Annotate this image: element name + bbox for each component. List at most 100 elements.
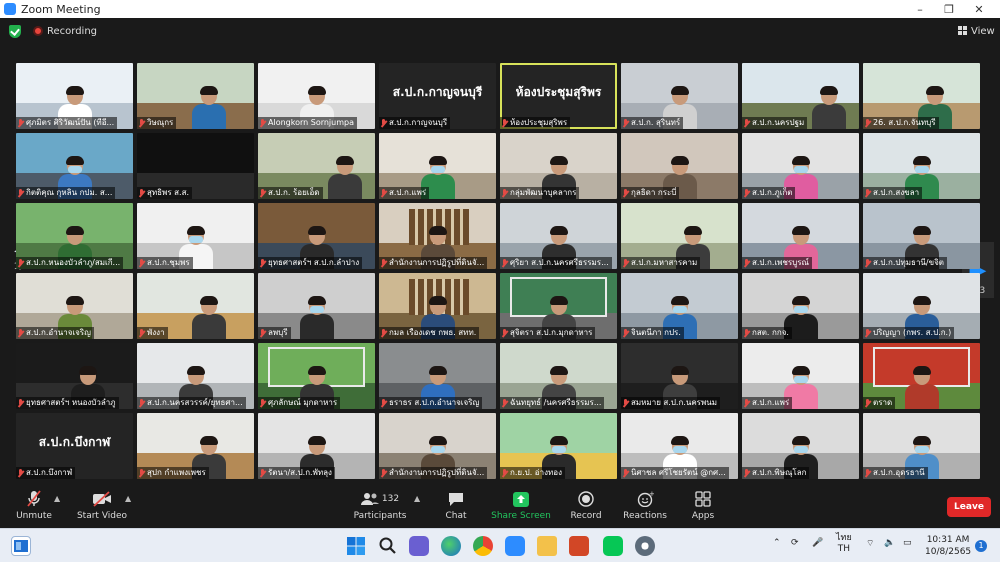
- microphone-muted-icon: [380, 188, 387, 198]
- participant-tile[interactable]: กุลธิดา กระบี่: [621, 133, 738, 199]
- view-button[interactable]: View: [971, 26, 995, 37]
- participant-tile[interactable]: Alongkorn Sornjumpa: [258, 63, 375, 129]
- teams-chat-icon[interactable]: [409, 536, 429, 556]
- participant-tile[interactable]: ส.ป.ก.แพร่: [379, 133, 496, 199]
- record-button[interactable]: Record: [554, 490, 618, 524]
- zoom-taskbar-icon[interactable]: [505, 536, 525, 556]
- participant-tile[interactable]: ลพบุรี: [258, 273, 375, 339]
- participant-name-label: ส.ป.ก. สุรินทร์: [621, 117, 684, 129]
- share-screen-button[interactable]: Share Screen: [489, 490, 553, 524]
- participant-tile[interactable]: ส.ป.ก. สุรินทร์: [621, 63, 738, 129]
- participant-tile[interactable]: กิตติคุณ กุหลิน กปม. ส...: [16, 133, 133, 199]
- wifi-icon[interactable]: ⌔: [866, 538, 874, 549]
- participant-tile[interactable]: ปริญญา (กพร. ส.ป.ก.): [863, 273, 980, 339]
- participant-tile[interactable]: ยุทธศาสตร์ฯ ส.ป.ก.ลำปาง: [258, 203, 375, 269]
- chrome-browser-icon[interactable]: [473, 536, 493, 556]
- powerpoint-icon[interactable]: [569, 536, 589, 556]
- language-switcher[interactable]: ไทย TH: [836, 533, 852, 555]
- participant-tile[interactable]: ส.ป.ก.นครปฐม: [742, 63, 859, 129]
- participant-tile[interactable]: ส.ป.ก.ภูเก็ต: [742, 133, 859, 199]
- microphone-muted-icon: [622, 258, 629, 268]
- participant-tile[interactable]: ส.ป.ก.แพร่: [742, 343, 859, 409]
- participant-tile[interactable]: ส.ป.ก.เพชรบูรณ์: [742, 203, 859, 269]
- participant-tile[interactable]: สุปก กำแพงเพชร: [137, 413, 254, 479]
- grid-view-icon[interactable]: [958, 26, 967, 35]
- security-shield-icon[interactable]: [9, 25, 21, 38]
- participant-tile[interactable]: ส.ป.ก.หนองบัวลำภู/สมเกี...: [16, 203, 133, 269]
- participant-tile[interactable]: ส.ป.ก.ชุมพร: [137, 203, 254, 269]
- microphone-muted-icon: [138, 258, 145, 268]
- participant-tile[interactable]: ก.ย.ป. อ่างทอง: [500, 413, 617, 479]
- settings-gear-icon[interactable]: [635, 536, 655, 556]
- taskbar-clock[interactable]: 10:31 AM 10/8/2565: [925, 534, 971, 558]
- figure-hair: [79, 366, 97, 375]
- participant-tile[interactable]: สุจิตรา ส.ป.ก.มุกดาหาร: [500, 273, 617, 339]
- leave-button[interactable]: Leave: [947, 497, 991, 517]
- participant-name: กิตติคุณ กุหลิน กปม. ส...: [26, 188, 113, 197]
- face-mask: [431, 166, 445, 173]
- participant-tile[interactable]: ส.ป.ก.บึงกาฬ ส.ป.ก.บึงกาฬ: [16, 413, 133, 479]
- chat-button[interactable]: Chat: [424, 490, 488, 524]
- participant-tile[interactable]: จินตนีภา กปร.: [621, 273, 738, 339]
- participant-name: ธราธร ส.ป.ก.อำนาจเจริญ: [389, 398, 480, 407]
- participant-tile[interactable]: ธราธร ส.ป.ก.อำนาจเจริญ: [379, 343, 496, 409]
- reactions-button[interactable]: + Reactions: [613, 490, 677, 524]
- apps-button[interactable]: Apps: [671, 490, 735, 524]
- svg-text:+: +: [649, 491, 654, 498]
- volume-icon[interactable]: 🔈: [884, 538, 895, 548]
- participant-tile[interactable]: ส.ป.ก.มหาสารคาม: [621, 203, 738, 269]
- participant-tile[interactable]: ตราด: [863, 343, 980, 409]
- participant-tile[interactable]: สำนักงานการปฏิรูปที่ดินจั...: [379, 413, 496, 479]
- notification-badge[interactable]: 1: [975, 540, 987, 552]
- battery-icon[interactable]: ▭: [903, 538, 912, 548]
- participant-name-label: สำนักงานการปฏิรูปที่ดินจั...: [379, 257, 488, 269]
- participant-tile[interactable]: ส.ป.ก.กาญจนบุรี ส.ป.ก.กาญจนบุรี: [379, 63, 496, 129]
- participant-tile[interactable]: รัตนา/ส.ป.ก.พัทลุง: [258, 413, 375, 479]
- participant-tile[interactable]: สำนักงานการปฏิรูปที่ดินจั...: [379, 203, 496, 269]
- search-icon[interactable]: [378, 536, 398, 556]
- participant-tile[interactable]: ส.ป.ก.อำนาจเจริญ: [16, 273, 133, 339]
- participant-tile[interactable]: ศุริยา ส.ป.ก.นครศรีธรรมร...: [500, 203, 617, 269]
- edge-browser-icon[interactable]: [441, 536, 461, 556]
- maximize-button[interactable]: ❐: [932, 0, 966, 18]
- desktop-widget-icon[interactable]: [11, 536, 31, 556]
- participant-tile[interactable]: ส.ป.ก.สงขลา: [863, 133, 980, 199]
- participant-name-label: ส.ป.ก.เพชรบูรณ์: [742, 257, 812, 269]
- tray-overflow-chevron-icon[interactable]: ⌃: [773, 538, 781, 548]
- participant-tile[interactable]: พังงา: [137, 273, 254, 339]
- file-explorer-icon[interactable]: [537, 536, 557, 556]
- participant-name-label: ศุภลักษณ์ มุกดาหาร: [258, 397, 341, 409]
- participant-tile[interactable]: ส.ป.ก.พิษณุโลก: [742, 413, 859, 479]
- recording-label[interactable]: Recording: [47, 26, 97, 37]
- participant-tile[interactable]: นิศาชล ศรีโชยรัตน์ @กศ...: [621, 413, 738, 479]
- participant-tile[interactable]: ส.ป.ก.นครสวรรค์/ยุทธศา...: [137, 343, 254, 409]
- participant-tile[interactable]: กลุ่มพัฒนาบุคลากร: [500, 133, 617, 199]
- participant-tile[interactable]: สมหมาย ส.ป.ก.นครพนม: [621, 343, 738, 409]
- participant-tile[interactable]: ส.ป.ก. ร้อยเอ็ด: [258, 133, 375, 199]
- microphone-muted-icon: [259, 468, 266, 478]
- participant-tile[interactable]: ยุทธศาสตร์ฯ หนองบัวลำภู: [16, 343, 133, 409]
- participants-button[interactable]: 132 Participants: [348, 490, 412, 524]
- participant-tile[interactable]: กสต. กกจ.: [742, 273, 859, 339]
- video-options-caret-icon[interactable]: ▲: [125, 494, 133, 503]
- participant-tile[interactable]: ห้องประชุมสุริพร ห้องประชุมสุริพร: [500, 63, 617, 129]
- meeting-topbar: Recording View: [0, 18, 1000, 45]
- participant-tile[interactable]: ส.ป.ก.ปทุมธานี/ขจิต: [863, 203, 980, 269]
- participants-caret-icon[interactable]: ▲: [414, 494, 422, 503]
- audio-options-caret-icon[interactable]: ▲: [54, 494, 62, 503]
- participant-tile[interactable]: ศุภมิตร ศิริวัฒน์ปัน (ทีอี...: [16, 63, 133, 129]
- participant-tile[interactable]: ฉันทยุทธ์ /นครศรีธรรมร...: [500, 343, 617, 409]
- microphone-tray-icon[interactable]: 🎤: [812, 538, 823, 548]
- participant-tile[interactable]: กมล เรืองเดช กพธ. สทท.: [379, 273, 496, 339]
- sync-icon[interactable]: ⟳: [791, 538, 799, 548]
- participant-tile[interactable]: วิษณุกร: [137, 63, 254, 129]
- record-label: Record: [570, 511, 602, 521]
- windows-start-icon[interactable]: [346, 536, 366, 556]
- close-button[interactable]: ✕: [962, 0, 996, 18]
- participant-tile[interactable]: ส.ป.ก.อุดรธานี: [863, 413, 980, 479]
- participant-tile[interactable]: สุทธิพร ส.ส.: [137, 133, 254, 199]
- line-app-icon[interactable]: [603, 536, 623, 556]
- participant-tile[interactable]: ศุภลักษณ์ มุกดาหาร: [258, 343, 375, 409]
- participant-tile[interactable]: 26. ส.ป.ก.จันทบุรี: [863, 63, 980, 129]
- microphone-muted-icon: [743, 188, 750, 198]
